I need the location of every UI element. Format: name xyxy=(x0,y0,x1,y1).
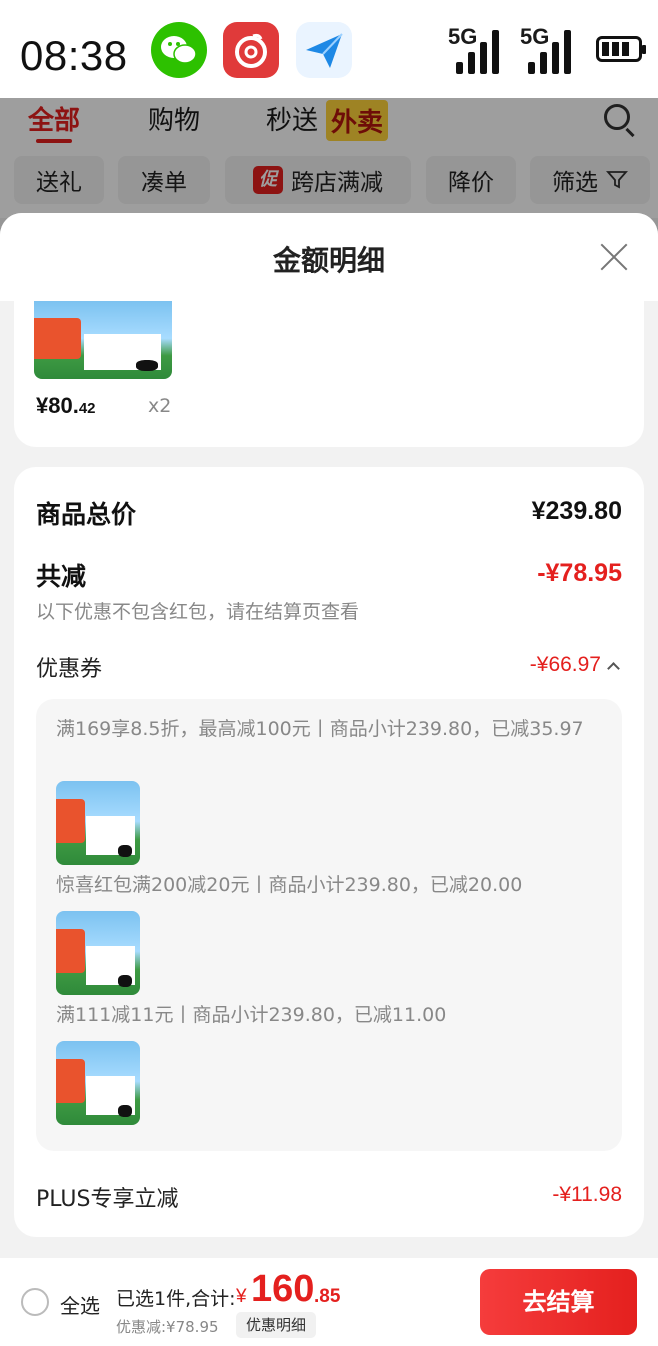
coupon-value: -¥66.97 xyxy=(529,653,601,676)
product-image[interactable] xyxy=(34,301,172,379)
discount-summary: 优惠减:¥78.95 xyxy=(116,1318,219,1336)
discount-detail-button[interactable]: 优惠明细 xyxy=(236,1312,317,1338)
close-icon[interactable] xyxy=(600,243,628,271)
selected-summary: 已选1件,合计: xyxy=(116,1288,236,1310)
coupon-item-text: 满169享8.5折，最高减100元丨商品小计239.80，已减35.97 xyxy=(56,718,584,740)
total-label: 商品总价 xyxy=(36,500,137,529)
coupon-item-text: 惊喜红包满200减20元丨商品小计239.80，已减20.00 xyxy=(56,874,523,896)
status-time: 08:38 xyxy=(20,32,128,79)
netease-music-icon xyxy=(223,22,279,78)
checkout-bar: 全选 已选1件,合计: ¥ 160 .85 优惠减:¥78.95 优惠明细 去结… xyxy=(0,1258,658,1346)
coupon-product-image xyxy=(56,911,140,995)
sheet-header: 金额明细 xyxy=(0,213,658,301)
paper-plane-icon xyxy=(296,22,352,78)
coupon-label: 优惠券 xyxy=(36,657,103,682)
chevron-up-icon xyxy=(607,662,620,675)
amount-detail-sheet: 金额明细 ¥80.42 x2 商品总价 ¥239.80 共减 -¥78.95 以… xyxy=(0,213,658,1346)
coupon-product-image xyxy=(56,781,140,865)
select-all-label[interactable]: 全选 xyxy=(60,1290,100,1319)
reduce-note: 以下优惠不包含红包，请在结算页查看 xyxy=(36,601,360,623)
product-qty: x2 xyxy=(148,395,172,417)
total-value: ¥239.80 xyxy=(531,497,622,525)
checkout-button[interactable]: 去结算 xyxy=(480,1269,637,1335)
plus-value: -¥11.98 xyxy=(552,1183,622,1206)
total-price-dec: .85 xyxy=(314,1286,341,1307)
product-price-int: ¥80. xyxy=(36,393,79,418)
signal-icon-2: 5G xyxy=(520,24,580,74)
coupon-product-image xyxy=(56,1041,140,1125)
total-currency: ¥ xyxy=(236,1286,247,1307)
coupon-item-text: 满111减11元丨商品小计239.80，已减11.00 xyxy=(56,1004,447,1026)
wechat-icon xyxy=(151,22,207,78)
price-breakdown-card: 商品总价 ¥239.80 共减 -¥78.95 以下优惠不包含红包，请在结算页查… xyxy=(14,467,644,1237)
battery-icon xyxy=(596,36,646,62)
sheet-title: 金额明细 xyxy=(272,244,385,277)
select-all-radio[interactable] xyxy=(21,1288,49,1316)
signal-icon-1: 5G xyxy=(448,24,508,74)
reduce-label: 共减 xyxy=(36,562,87,591)
signal-label-1: 5G xyxy=(448,24,478,49)
plus-label: PLUS专享立减 xyxy=(36,1187,179,1212)
status-bar: 08:38 5G 5G xyxy=(0,0,658,98)
signal-label-2: 5G xyxy=(520,24,550,49)
coupon-toggle[interactable]: -¥66.97 xyxy=(529,653,620,677)
product-price: ¥80.42 xyxy=(36,393,96,419)
total-price-int: 160 xyxy=(251,1268,315,1310)
product-card: ¥80.42 x2 xyxy=(14,301,644,447)
coupon-list: 满169享8.5折，最高减100元丨商品小计239.80，已减35.97 惊喜红… xyxy=(36,699,622,1151)
product-price-dec: 42 xyxy=(78,400,96,417)
reduce-value: -¥78.95 xyxy=(537,559,622,587)
